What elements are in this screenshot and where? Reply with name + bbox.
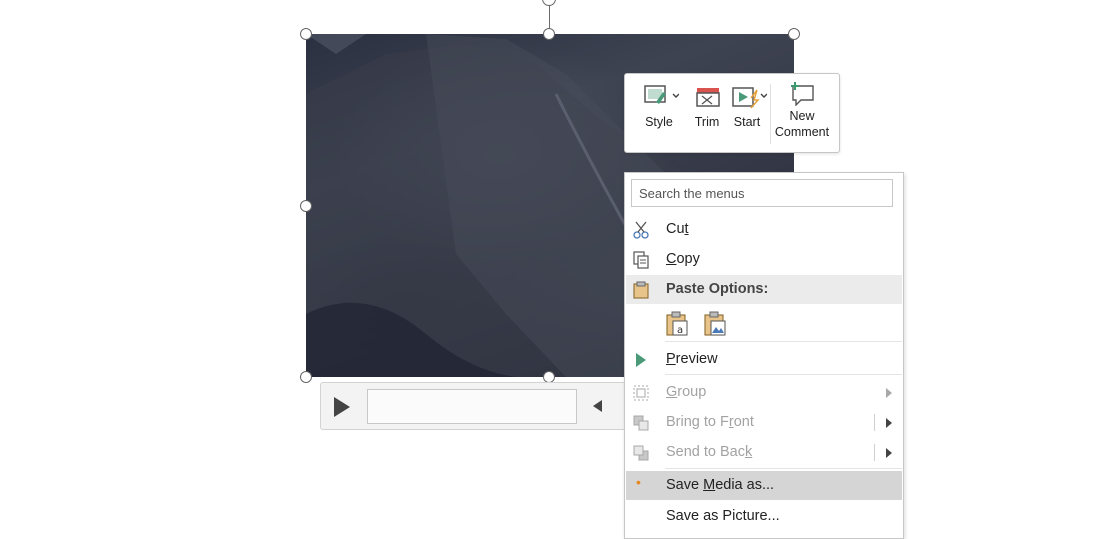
copy-icon <box>633 251 649 269</box>
style-label: Style <box>645 115 673 129</box>
split-divider <box>874 444 875 461</box>
paste-keep-text-only-icon[interactable]: a <box>665 311 689 337</box>
trim-button[interactable]: Trim <box>683 80 731 130</box>
submenu-arrow-icon[interactable] <box>886 448 892 458</box>
new-comment-label-line2: Comment <box>774 125 830 139</box>
new-comment-label-line1: New <box>789 109 815 123</box>
menu-item-save-media-as[interactable]: • Save Media as... <box>626 471 902 500</box>
menu-item-bring-to-front[interactable]: Bring to Front <box>626 408 902 437</box>
scissors-icon <box>633 221 649 239</box>
play-preview-icon <box>636 353 646 367</box>
send-to-back-icon <box>633 445 649 461</box>
menu-item-cut[interactable]: Cut <box>626 215 902 244</box>
step-back-icon[interactable] <box>591 397 607 415</box>
trim-label: Trim <box>694 115 720 129</box>
start-playback-icon <box>732 87 767 109</box>
menu-item-send-to-back[interactable]: Send to Back <box>626 438 902 467</box>
submenu-arrow-icon <box>886 388 892 398</box>
media-progress-bar[interactable] <box>367 389 577 424</box>
media-player-controls <box>320 382 632 430</box>
resize-handle-top-center[interactable] <box>543 28 555 40</box>
resize-handle-top-left[interactable] <box>300 28 312 40</box>
svg-text:a: a <box>677 325 683 336</box>
menu-item-save-as-picture[interactable]: Save as Picture... <box>626 502 902 531</box>
toolbar-divider <box>770 84 771 144</box>
start-button[interactable]: Start <box>725 80 769 130</box>
menu-item-group[interactable]: Group <box>626 378 902 407</box>
clipboard-icon <box>633 281 649 299</box>
new-comment-icon <box>791 82 814 106</box>
menu-search-input[interactable] <box>631 179 893 207</box>
context-menu: Cut Copy Paste Options: a Preview <box>624 172 904 539</box>
bullet-icon: • <box>636 474 641 490</box>
group-icon <box>633 385 649 401</box>
paste-picture-icon[interactable] <box>703 311 727 337</box>
trim-video-icon <box>696 88 720 107</box>
paste-options-header: Paste Options: <box>626 275 902 304</box>
rotation-handle[interactable] <box>542 0 556 6</box>
style-button[interactable]: Style <box>635 80 683 130</box>
resize-handle-bottom-left[interactable] <box>300 371 312 383</box>
start-label: Start <box>733 115 761 129</box>
video-style-icon <box>644 85 679 104</box>
menu-divider <box>665 341 902 342</box>
play-icon[interactable] <box>331 395 353 419</box>
resize-handle-middle-left[interactable] <box>300 200 312 212</box>
split-divider <box>874 414 875 431</box>
menu-item-copy[interactable]: Copy <box>626 245 902 274</box>
menu-divider <box>665 374 902 375</box>
mini-toolbar: Style Trim Start New Comment <box>624 73 840 153</box>
resize-handle-top-right[interactable] <box>788 28 800 40</box>
menu-divider <box>665 468 902 469</box>
new-comment-button[interactable]: New Comment <box>773 80 831 140</box>
menu-item-preview[interactable]: Preview <box>626 345 902 374</box>
submenu-arrow-icon[interactable] <box>886 418 892 428</box>
bring-to-front-icon <box>633 415 649 431</box>
